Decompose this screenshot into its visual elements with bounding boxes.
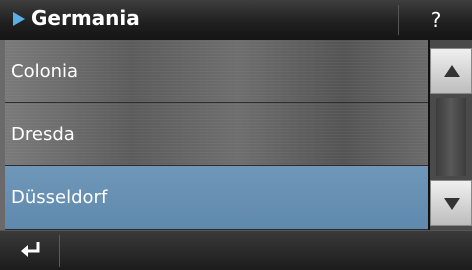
scroll-track[interactable]: [436, 98, 466, 176]
navigation-screen: Germania ? Colonia Dresda Düsseldorf: [0, 0, 472, 270]
scroll-down-button[interactable]: [430, 180, 472, 226]
play-icon: [13, 12, 25, 26]
list-item-dresda[interactable]: Dresda: [5, 103, 428, 166]
arrow-down-icon: [444, 198, 460, 210]
list-item-dusseldorf[interactable]: Düsseldorf: [5, 166, 428, 230]
country-title: Germania: [31, 6, 140, 30]
list-item-label: Colonia: [11, 61, 79, 82]
scroll-up-button[interactable]: [430, 48, 472, 94]
back-button[interactable]: [0, 231, 58, 270]
list-item-label: Dresda: [11, 124, 75, 145]
page-title: Germania: [13, 0, 140, 40]
list-item-colonia[interactable]: Colonia: [5, 40, 428, 103]
arrow-up-icon: [444, 65, 460, 77]
list-item-label: Düsseldorf: [11, 187, 108, 208]
scrollbar: [430, 40, 472, 230]
divider: [398, 5, 399, 35]
title-bar: Germania ?: [0, 0, 472, 40]
footer-bar: [0, 230, 472, 270]
divider: [59, 235, 60, 267]
help-button[interactable]: ?: [400, 0, 472, 40]
city-list: Colonia Dresda Düsseldorf: [5, 40, 428, 230]
return-icon: [21, 242, 40, 257]
